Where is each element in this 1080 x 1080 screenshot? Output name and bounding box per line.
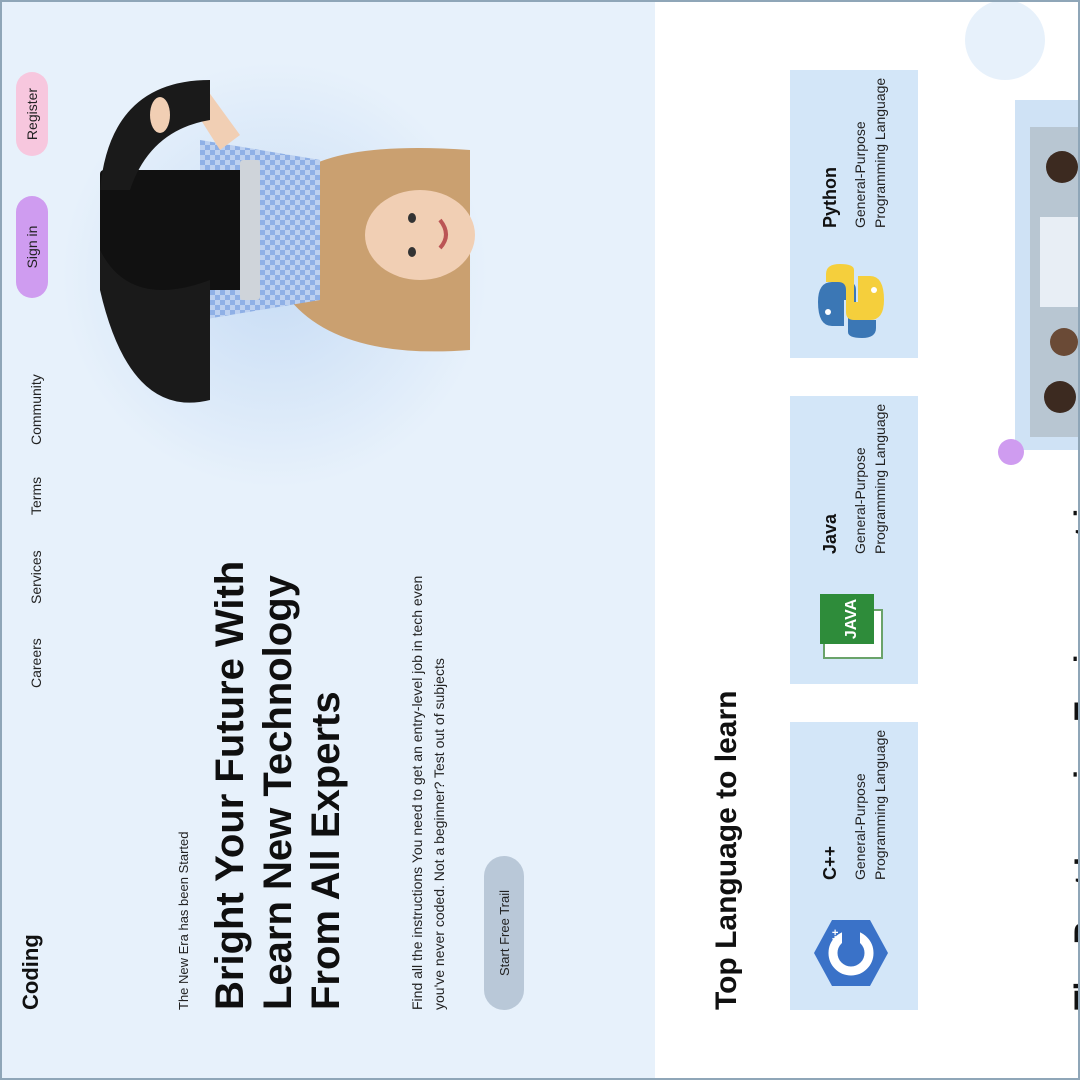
python-icon — [818, 264, 884, 338]
language-card-python[interactable]: Python General-Purpose Programming Langu… — [790, 70, 918, 358]
page: Coding Careers Services Terms Community … — [0, 0, 1080, 1080]
svg-text:++: ++ — [830, 929, 842, 942]
register-button[interactable]: Register — [16, 72, 48, 156]
nav-terms[interactable]: Terms — [28, 477, 44, 515]
cpp-icon: ++ — [814, 920, 888, 986]
environment-section-title: The Best Learning Environment is — [1068, 490, 1080, 1010]
hero-student-illustration — [100, 80, 475, 403]
languages-title: Top Language to learn — [710, 690, 743, 1010]
hero-section: Coding Careers Services Terms Community … — [0, 0, 655, 1080]
language-description: General-Purpose Programming Language — [852, 403, 888, 554]
start-free-trial-button[interactable]: Start Free Trail — [484, 856, 524, 1010]
site-logo[interactable]: Coding — [18, 934, 44, 1010]
decorative-circle — [965, 0, 1045, 80]
language-description: General-Purpose Programming Language — [852, 77, 888, 228]
svg-text:JAVA: JAVA — [843, 598, 860, 639]
nav-community[interactable]: Community — [28, 374, 44, 445]
language-card-cpp[interactable]: ++ C++ General-Purpose Programming Langu… — [790, 722, 918, 1010]
language-name: C++ — [820, 845, 840, 880]
hero-headline: Bright Your Future With Learn New Techno… — [208, 560, 348, 1010]
language-description: General-Purpose Programming Language — [852, 729, 888, 880]
nav-careers[interactable]: Careers — [28, 638, 44, 688]
sign-in-button[interactable]: Sign in — [16, 196, 48, 298]
language-name: Python — [820, 167, 840, 228]
language-name: Java — [820, 513, 840, 554]
hero-description: Find all the instructions You need to ge… — [409, 575, 447, 1010]
nav-services[interactable]: Services — [28, 550, 44, 604]
classroom-photo — [1030, 127, 1080, 437]
language-card-java[interactable]: JAVA Java General-Purpose Programming La… — [790, 396, 918, 684]
hero-tagline: The New Era has been Started — [176, 831, 191, 1011]
java-icon: JAVA — [820, 594, 883, 659]
decorative-dot — [998, 439, 1024, 465]
